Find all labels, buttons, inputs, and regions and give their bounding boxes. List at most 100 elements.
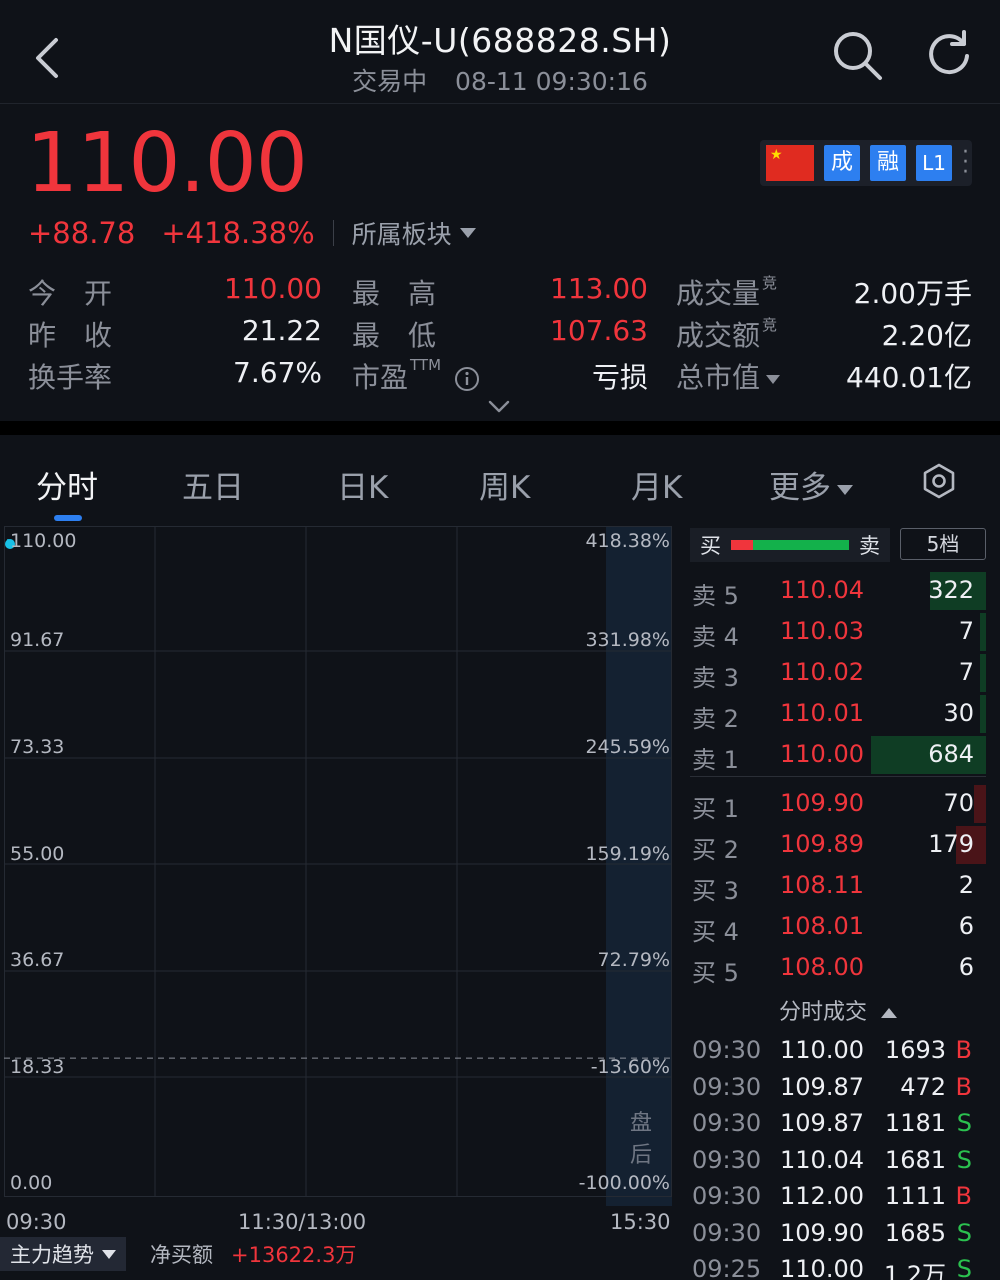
refresh-icon[interactable] [924,28,974,78]
ask-price: 110.03 [780,617,864,645]
badge-rong[interactable]: 融 [870,145,906,181]
ask-row[interactable]: 卖 1 110.00 684 [690,736,986,774]
badge-cheng[interactable]: 成 [824,145,860,181]
tick-price: 110.00 [780,1255,864,1280]
y-tick-left: 73.33 [10,736,65,758]
caret-up-icon [881,1008,897,1018]
tab-weekly-k[interactable]: 周K [479,462,530,507]
tick-time: 09:30 [692,1109,762,1137]
tick-price: 110.00 [780,1036,864,1064]
y-tick-right: -100.00% [578,1172,670,1194]
expand-chevron-icon[interactable] [486,398,512,416]
tick-trades-label: 分时成交 [778,1000,867,1025]
bid-row[interactable]: 买 3 108.11 2 [690,867,986,905]
bid-level: 买 4 [692,918,739,946]
tab-five-day[interactable]: 五日 [182,462,244,507]
info-icon[interactable] [454,366,480,392]
bid-volume: 6 [958,912,974,940]
stat-volume: 成交量竞 2.00万手 [676,272,972,312]
stat-label: 市盈 TTM [352,356,480,396]
last-price: 110.00 [26,116,308,211]
ask-row[interactable]: 卖 5 110.04 322 [690,572,986,610]
y-tick-left: 91.67 [10,629,65,651]
bid-price: 108.01 [780,912,864,940]
ask-row[interactable]: 卖 4 110.03 7 [690,613,986,651]
ask-row[interactable]: 卖 3 110.02 7 [690,654,986,692]
stat-value: 21.22 [241,314,322,347]
main-trend-dropdown[interactable]: 主力趋势 [0,1237,126,1271]
chart-tabs: 分时 五日 日K 周K 月K 更多 [0,440,1000,524]
status-label: 交易中 [352,67,428,96]
ask-volume: 7 [958,617,974,645]
more-options-icon[interactable]: · · · [962,142,969,184]
tab-daily-k[interactable]: 日K [337,462,388,507]
ask-price: 110.01 [780,699,864,727]
ask-price: 110.02 [780,658,864,686]
tick-row: 09:25 110.00 1.2万 S [690,1253,986,1280]
stat-label: 最 低 [352,319,437,352]
badge-group[interactable]: 成 融 L1 ··· [760,140,972,186]
bid-row[interactable]: 买 1 109.90 70 [690,785,986,823]
tab-intraday[interactable]: 分时 [36,462,98,507]
tick-row: 09:30 112.00 1111 B [690,1180,986,1216]
bid-row[interactable]: 买 4 108.01 6 [690,908,986,946]
search-icon[interactable] [830,28,884,82]
chart-grid [4,526,672,1197]
bid-level: 买 5 [692,959,739,987]
auction-mark: 竞 [762,274,778,292]
intraday-chart[interactable] [4,526,672,1206]
ask-level: 卖 2 [692,705,739,733]
bid-row[interactable]: 买 2 109.89 179 [690,826,986,864]
china-flag-icon [766,145,814,181]
stat-label-text: 市盈 [352,361,409,394]
header-bar: N国仪-U(688828.SH) 交易中 08-11 09:30:16 [0,0,1000,104]
tick-time: 09:30 [692,1072,762,1101]
y-tick-right: 245.59% [585,736,670,758]
tick-price: 109.87 [780,1109,864,1137]
tick-trades-header[interactable]: 分时成交 [690,994,986,1030]
tick-direction: B [955,1036,972,1064]
stat-market-cap[interactable]: 总市值 440.01亿 [676,356,972,398]
stat-value: 2.20亿 [881,319,972,352]
badge-l1[interactable]: L1 [916,145,952,181]
caret-down-icon [837,484,853,495]
tick-price: 112.00 [780,1182,864,1210]
chart-marks [4,539,672,1059]
status-time: 08-11 09:30:16 [455,67,648,96]
settings-icon[interactable] [920,462,958,500]
tick-volume: 472 [900,1072,946,1101]
stat-pe[interactable]: 市盈 TTM 亏损 [352,356,648,398]
tick-time: 09:30 [692,1036,762,1064]
ask-row[interactable]: 卖 2 110.01 30 [690,695,986,733]
bid-price: 109.89 [780,830,864,858]
fund-flow-bar: 主力趋势 净买额 +13622.3万 [0,1236,680,1272]
stat-label: 成交额竞 [676,314,777,354]
bid-row[interactable]: 买 5 108.00 6 [690,949,986,987]
sector-label: 所属板块 [351,220,452,249]
bid-price: 109.90 [780,789,864,817]
x-tick: 09:30 [6,1210,67,1234]
ask-level: 卖 4 [692,623,739,651]
tick-direction: S [956,1109,972,1137]
stat-value: 2.00万手 [853,277,972,310]
tab-more[interactable]: 更多 [769,462,853,507]
stat-label-text: 总市值 [676,361,761,394]
stat-label: 总市值 [676,356,781,396]
buy-ratio-fill [731,540,753,550]
x-tick: 11:30/13:00 [238,1210,367,1234]
stat-label: 换手率 [28,361,113,394]
tab-monthly-k[interactable]: 月K [631,462,682,507]
bid-price: 108.00 [780,953,864,981]
auction-mark: 竞 [762,316,778,334]
ask-volume: 30 [943,699,974,727]
bid-level: 买 2 [692,836,739,864]
net-buy-value: +13622.3万 [231,1243,357,1267]
tick-volume: 1111 [884,1182,946,1210]
sector-dropdown[interactable]: 所属板块 [352,215,476,251]
tick-volume: 1685 [884,1218,946,1247]
trend-label: 主力趋势 [10,1243,94,1267]
stat-label: 成交量竞 [676,272,777,312]
tick-direction: S [956,1218,972,1247]
ask-volume: 7 [958,658,974,686]
depth-level-button[interactable]: 5档 [900,528,986,560]
